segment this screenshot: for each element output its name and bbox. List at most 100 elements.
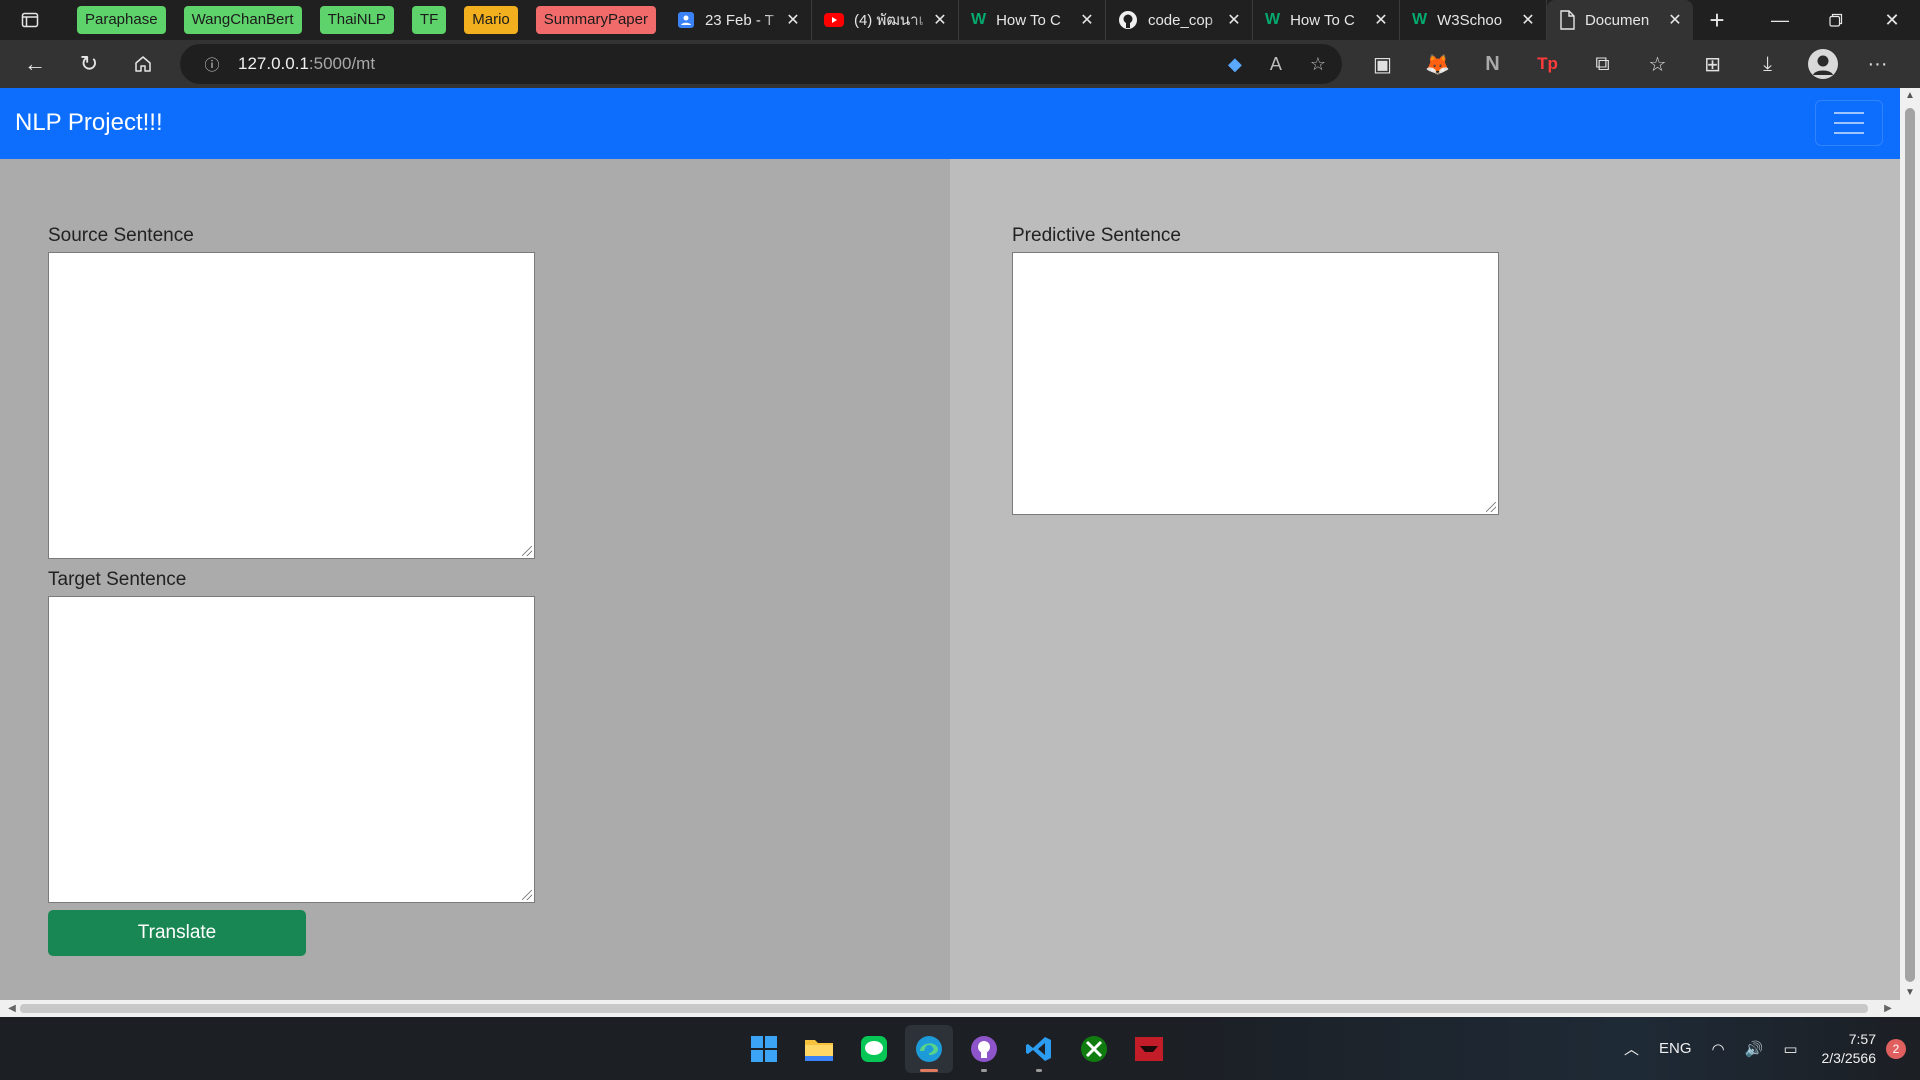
close-icon[interactable]: ✕ <box>1079 10 1095 30</box>
tab-w3schools-1[interactable]: W How To C ✕ <box>959 0 1106 40</box>
tab-title: 23 Feb - T <box>704 11 774 29</box>
navbar-toggle-button[interactable] <box>1815 100 1883 146</box>
profile-button[interactable] <box>1795 40 1850 88</box>
target-sentence-textarea[interactable] <box>48 596 535 903</box>
new-tab-button[interactable]: + <box>1693 0 1741 40</box>
close-icon: ✕ <box>1884 9 1900 30</box>
url-path: :5000/mt <box>308 54 376 73</box>
chevron-up-icon[interactable]: ︿ <box>1624 1038 1639 1059</box>
input-column: Source Sentence Target Sentence Translat… <box>0 159 950 1000</box>
favorites-bar: Paraphase WangChanBert ThaiNLP TF Mario … <box>60 0 665 40</box>
tab-calendar[interactable]: 23 Feb - T ✕ <box>665 0 812 40</box>
language-indicator[interactable]: ENG <box>1659 1040 1692 1057</box>
game-app-icon <box>1135 1037 1163 1061</box>
github-desktop-button[interactable] <box>960 1025 1008 1073</box>
tab-actions-button[interactable] <box>0 0 60 40</box>
back-button[interactable]: ← <box>8 44 62 84</box>
close-icon[interactable]: ✕ <box>932 10 948 30</box>
close-icon[interactable]: ✕ <box>1373 10 1389 30</box>
minimize-icon: — <box>1771 9 1789 30</box>
notification-badge[interactable]: 2 <box>1886 1038 1906 1059</box>
tab-title: code_cop <box>1147 11 1214 29</box>
info-icon[interactable]: ⓘ <box>198 54 226 75</box>
restore-button[interactable] <box>1808 0 1864 40</box>
tab-youtube[interactable]: (4) พัฒนาเ ✕ <box>812 0 959 40</box>
github-desktop-icon <box>971 1036 997 1062</box>
youtube-icon <box>823 13 844 27</box>
close-icon[interactable]: ✕ <box>785 10 801 30</box>
address-bar[interactable]: ⓘ 127.0.0.1:5000/mt ◆ A ☆ <box>180 44 1342 84</box>
scroll-up-icon[interactable]: ▲ <box>1900 90 1920 101</box>
scroll-left-icon[interactable]: ◀ <box>2 1000 22 1017</box>
notion-extension[interactable]: N <box>1465 40 1520 88</box>
wifi-icon[interactable]: ◠ <box>1712 1040 1725 1058</box>
start-button[interactable] <box>740 1025 788 1073</box>
collections-button[interactable]: ⊞ <box>1685 40 1740 88</box>
favorite-tf[interactable]: TF <box>411 6 447 34</box>
volume-icon[interactable]: 🔊 <box>1745 1040 1764 1058</box>
tab-github[interactable]: code_cop ✕ <box>1106 0 1253 40</box>
clock[interactable]: 7:57 2/3/2566 <box>1822 1030 1877 1068</box>
running-indicator <box>920 1069 938 1072</box>
favorite-paraphase[interactable]: Paraphase <box>77 6 166 34</box>
scroll-right-icon[interactable]: ▶ <box>1878 1000 1898 1017</box>
favorite-wangchanbert[interactable]: WangChanBert <box>183 6 302 34</box>
horizontal-scrollbar[interactable]: ◀ ▶ <box>0 1000 1900 1017</box>
split-screen-button[interactable]: ▣ <box>1355 40 1410 88</box>
price-tag-icon[interactable]: ◆ <box>1228 54 1242 75</box>
refresh-button[interactable]: ↻ <box>62 44 116 84</box>
extensions-button[interactable]: ⧉ <box>1575 40 1630 88</box>
more-menu-button[interactable]: ··· <box>1850 40 1905 88</box>
line-app-button[interactable] <box>850 1025 898 1073</box>
tab-document-active[interactable]: Documen ✕ <box>1546 0 1693 40</box>
calendar-icon <box>677 12 694 28</box>
tab-title: (4) พัฒนาเ <box>853 12 924 29</box>
vscode-button[interactable] <box>1015 1025 1063 1073</box>
navbar-brand[interactable]: NLP Project!!! <box>15 109 163 137</box>
output-column: Predictive Sentence <box>950 159 1900 1000</box>
tab-title: How To C <box>1290 11 1355 29</box>
address-bar-actions: ◆ A ☆ <box>1228 44 1326 84</box>
scroll-down-icon[interactable]: ▼ <box>1900 987 1920 998</box>
system-tray: ︿ ENG ◠ 🔊 ▭ 7:57 2/3/2566 2 <box>1614 1017 1920 1080</box>
read-aloud-icon[interactable]: A <box>1270 54 1282 75</box>
favorite-thainlp[interactable]: ThaiNLP <box>319 6 394 34</box>
downloads-button[interactable]: ⤓ <box>1740 40 1795 88</box>
favorite-mario[interactable]: Mario <box>464 6 518 34</box>
add-favorite-icon[interactable]: ☆ <box>1310 54 1326 75</box>
xbox-button[interactable] <box>1070 1025 1118 1073</box>
predictive-sentence-textarea[interactable] <box>1012 252 1499 515</box>
home-button[interactable] <box>116 44 170 84</box>
tab-w3schools-2[interactable]: W How To C ✕ <box>1253 0 1400 40</box>
vertical-scrollbar[interactable]: ▲ ▼ <box>1900 88 1920 1000</box>
close-window-button[interactable]: ✕ <box>1864 0 1920 40</box>
minimize-button[interactable]: — <box>1752 0 1808 40</box>
favorites-button[interactable]: ☆ <box>1630 40 1685 88</box>
running-indicator <box>1036 1069 1042 1072</box>
game-app-button[interactable] <box>1125 1025 1173 1073</box>
tp-extension[interactable]: Tp <box>1520 40 1575 88</box>
edge-icon <box>916 1036 942 1062</box>
close-icon[interactable]: ✕ <box>1226 10 1242 30</box>
vscode-icon <box>1026 1037 1051 1061</box>
tp-icon: Tp <box>1537 54 1558 73</box>
w3schools-icon: W <box>1411 11 1428 28</box>
close-icon[interactable]: ✕ <box>1667 10 1683 30</box>
battery-icon[interactable]: ▭ <box>1783 1040 1797 1058</box>
close-icon[interactable]: ✕ <box>1520 10 1536 30</box>
vertical-scroll-thumb[interactable] <box>1905 108 1915 982</box>
line-icon <box>861 1036 887 1062</box>
source-sentence-textarea[interactable] <box>48 252 535 559</box>
xbox-icon <box>1081 1036 1107 1062</box>
translate-button[interactable]: Translate <box>48 910 306 956</box>
favorite-summarypaper[interactable]: SummaryPaper <box>535 6 656 34</box>
file-explorer-button[interactable] <box>795 1025 843 1073</box>
restore-icon <box>1829 13 1843 27</box>
horizontal-scroll-thumb[interactable] <box>20 1004 1868 1013</box>
running-indicator <box>981 1069 987 1072</box>
metamask-extension[interactable]: 🦊 <box>1410 40 1465 88</box>
tab-w3schools-3[interactable]: W W3Schoo ✕ <box>1400 0 1547 40</box>
taskbar-apps <box>740 1025 1173 1073</box>
w3schools-icon: W <box>970 11 987 28</box>
edge-browser-button[interactable] <box>905 1025 953 1073</box>
